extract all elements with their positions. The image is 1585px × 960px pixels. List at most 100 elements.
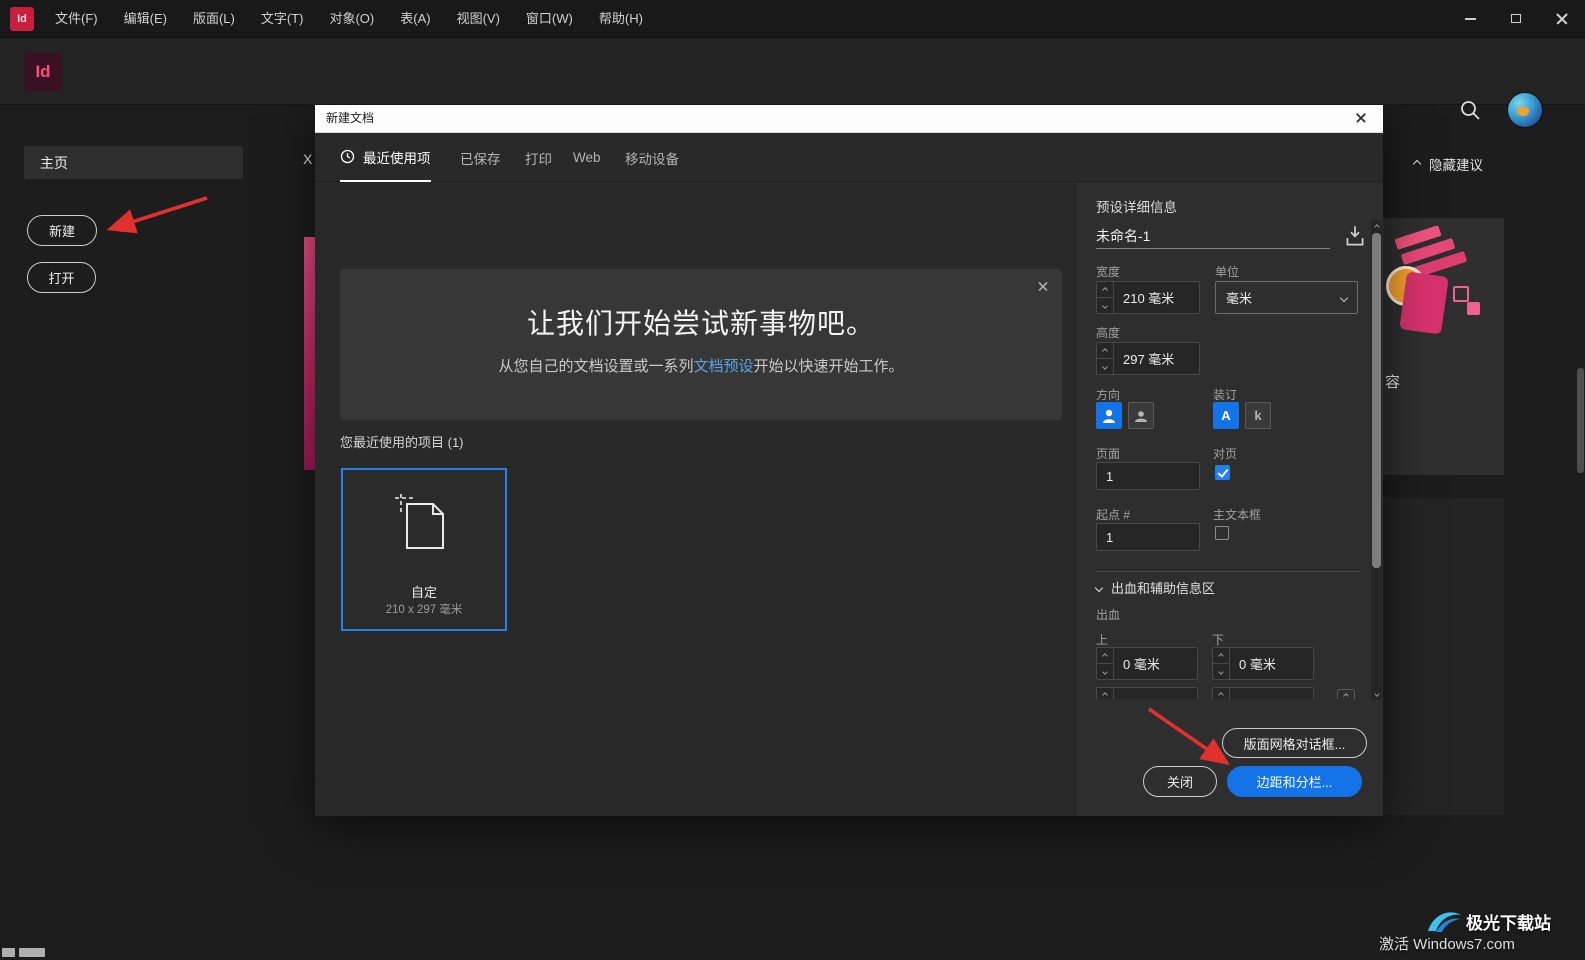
chevron-down-icon [1102, 364, 1108, 370]
menu-items: 文件(F) 编辑(E) 版面(L) 文字(T) 对象(O) 表(A) 视图(V)… [42, 0, 656, 38]
close-icon [1037, 281, 1048, 292]
clipped-text-left: X [303, 151, 312, 167]
dialog-close-button[interactable] [1339, 103, 1383, 133]
watermark-site-name: 极光下载站 [1466, 909, 1551, 934]
close-window-button[interactable] [1539, 0, 1585, 38]
scrollbar-thumb[interactable] [1372, 233, 1381, 568]
close-icon [1355, 112, 1367, 124]
width-label: 宽度 [1096, 263, 1120, 280]
suggestion-card[interactable] [1383, 218, 1504, 475]
stepper-arrows[interactable] [1097, 648, 1114, 679]
search-icon[interactable] [1458, 98, 1482, 122]
bleed-bottom-stepper[interactable]: 0 毫米 [1212, 647, 1314, 680]
menu-edit[interactable]: 编辑(E) [111, 0, 180, 38]
chevron-down-icon [1340, 293, 1348, 301]
tab-web[interactable]: Web [573, 133, 601, 182]
tab-print[interactable]: 打印 [525, 133, 552, 182]
clipped-panel-row [1096, 687, 1366, 699]
new-document-button[interactable]: 新建 [27, 215, 97, 246]
binding-right-glyph: k [1254, 408, 1261, 423]
bleed-slug-section-toggle[interactable]: 出血和辅助信息区 [1096, 578, 1215, 597]
menu-file[interactable]: 文件(F) [42, 0, 111, 38]
chevron-up-icon [1413, 160, 1421, 168]
orientation-label: 方向 [1096, 386, 1120, 403]
chevron-down-icon [1374, 691, 1380, 697]
orientation-portrait-button[interactable] [1096, 402, 1122, 429]
close-dialog-button[interactable]: 关闭 [1143, 766, 1217, 797]
menu-window[interactable]: 窗口(W) [513, 0, 586, 38]
divider [1096, 571, 1360, 572]
recent-card-name: 自定 [343, 582, 505, 601]
stepper-arrows[interactable] [1097, 343, 1114, 374]
user-avatar[interactable] [1507, 92, 1543, 128]
scrollbar-down-arrow[interactable] [1371, 687, 1382, 700]
menu-help[interactable]: 帮助(H) [586, 0, 656, 38]
facing-pages-checkbox[interactable] [1215, 465, 1230, 480]
tab-mobile[interactable]: 移动设备 [625, 133, 679, 182]
clipped-text-right: 容 [1385, 371, 1400, 392]
start-number-input[interactable]: 1 [1096, 523, 1200, 551]
menu-type[interactable]: 文字(T) [248, 0, 317, 38]
chevron-up-icon [1102, 287, 1108, 293]
clipped-link-button [1337, 689, 1355, 699]
menu-view[interactable]: 视图(V) [444, 0, 513, 38]
stepper-arrows[interactable] [1097, 282, 1114, 313]
hide-suggestions-toggle[interactable]: 隐藏建议 [1414, 154, 1483, 174]
subtitle-post: 开始以快速开始工作。 [754, 358, 904, 375]
bleed-top-stepper[interactable]: 0 毫米 [1096, 647, 1198, 680]
recent-document-card[interactable]: 自定 210 x 297 毫米 [341, 468, 507, 631]
menu-object[interactable]: 对象(O) [316, 0, 387, 38]
height-value: 297 毫米 [1114, 343, 1199, 374]
stepper-arrows[interactable] [1213, 648, 1230, 679]
orientation-landscape-button[interactable] [1128, 402, 1154, 429]
facing-pages-label: 对页 [1213, 445, 1237, 462]
banner-close-button[interactable] [1037, 281, 1048, 296]
chevron-up-icon [1218, 653, 1224, 659]
binding-left-button[interactable]: A [1213, 402, 1239, 429]
binding-right-button[interactable]: k [1245, 402, 1271, 429]
recent-card-size: 210 x 297 毫米 [343, 601, 505, 617]
maximize-button[interactable] [1493, 0, 1539, 38]
menu-table[interactable]: 表(A) [387, 0, 443, 38]
unit-select[interactable]: 毫米 [1215, 281, 1358, 314]
tab-saved-label: 已保存 [460, 148, 501, 168]
height-stepper[interactable]: 297 毫米 [1096, 342, 1200, 375]
sidebar-item-home[interactable]: 主页 [24, 146, 243, 179]
minimize-icon [1465, 18, 1476, 20]
tab-recent[interactable]: 最近使用项 [340, 133, 431, 182]
welcome-banner: 让我们开始尝试新事物吧。 从您自己的文档设置或一系列文档预设开始以快速开始工作。 [340, 269, 1062, 420]
hide-suggestions-label: 隐藏建议 [1429, 154, 1483, 174]
minimize-button[interactable] [1447, 0, 1493, 38]
document-name-input[interactable]: 未命名-1 [1096, 223, 1330, 249]
margins-columns-button[interactable]: 边距和分栏... [1227, 766, 1362, 797]
recent-items-heading: 您最近使用的项目 (1) [340, 432, 464, 451]
dialog-titlebar[interactable]: 新建文档 [315, 103, 1383, 133]
menubar: Id 文件(F) 编辑(E) 版面(L) 文字(T) 对象(O) 表(A) 视图… [0, 0, 1585, 38]
scrollbar-up-arrow[interactable] [1371, 220, 1382, 233]
home-scrollbar-thumb[interactable] [1577, 368, 1584, 473]
open-button[interactable]: 打开 [27, 262, 96, 293]
document-icon [393, 492, 451, 554]
document-presets-link[interactable]: 文档预设 [693, 358, 753, 375]
pages-input[interactable]: 1 [1096, 462, 1200, 490]
panel-scrollbar[interactable] [1371, 220, 1382, 700]
indesign-mini-icon: Id [10, 7, 34, 31]
unit-value: 毫米 [1226, 288, 1252, 307]
banner-subtitle: 从您自己的文档设置或一系列文档预设开始以快速开始工作。 [340, 355, 1062, 376]
window-controls [1447, 0, 1585, 38]
pages-label: 页面 [1096, 445, 1120, 462]
save-preset-icon[interactable] [1343, 223, 1367, 249]
binding-label: 装订 [1213, 386, 1237, 403]
layout-grid-dialog-button[interactable]: 版面网格对话框... [1222, 728, 1367, 758]
width-stepper[interactable]: 210 毫米 [1096, 281, 1200, 314]
bleed-section-label: 出血和辅助信息区 [1111, 578, 1215, 597]
menu-layout[interactable]: 版面(L) [180, 0, 248, 38]
height-label: 高度 [1096, 324, 1120, 341]
tab-saved[interactable]: 已保存 [460, 133, 501, 182]
indesign-logo: Id [24, 53, 62, 91]
primary-text-frame-checkbox[interactable] [1215, 526, 1229, 540]
bleed-bottom-value: 0 毫米 [1230, 648, 1313, 679]
clipped-stepper-fragment [1212, 687, 1314, 699]
bleed-top-label: 上 [1096, 631, 1108, 648]
subtitle-pre: 从您自己的文档设置或一系列 [498, 358, 693, 375]
